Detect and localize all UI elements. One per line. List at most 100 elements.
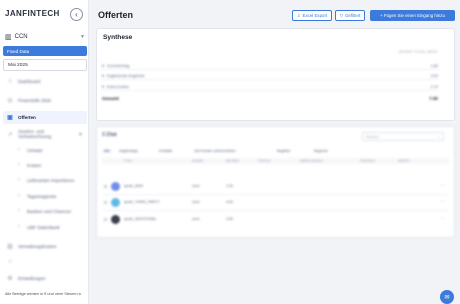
sidebar-item-label: Banken und Chancen — [27, 208, 72, 214]
column-header[interactable]: BETRAG — [226, 159, 239, 163]
document-icon: ▫ — [17, 208, 21, 214]
filter-signed[interactable]: Zeit Kunden unterschrieben — [194, 149, 236, 153]
more-options-icon[interactable]: ··· — [440, 216, 445, 222]
logo-text: JANFINTECH — [5, 9, 60, 18]
sidebar-item-dashboard[interactable]: ⌂ Dashboard — [3, 75, 87, 87]
quotes-table-card: 3 Zitat Suchen... ⌕ Alle Angebotstyp Kon… — [96, 126, 455, 238]
download-icon: ⇩ — [296, 12, 301, 18]
excel-export-label: Excel Export — [302, 13, 328, 18]
excel-export-button[interactable]: ⇩ Excel Export — [292, 10, 332, 21]
page-title: Offerten — [98, 10, 134, 20]
synthese-total-label: Gesamt — [102, 95, 119, 101]
circle-icon: ○ — [8, 259, 12, 265]
column-header[interactable]: TITEL — [124, 159, 133, 163]
search-input[interactable]: Suchen... ⌕ — [362, 132, 444, 141]
row-checkbox[interactable] — [104, 185, 107, 188]
column-header[interactable]: PROZENT — [360, 159, 375, 163]
sidebar-subitem-ubf[interactable]: ▫ UBF Datenbank — [12, 221, 87, 233]
synthese-row-value: 3.00 — [430, 73, 438, 78]
synthese-row[interactable]: ▾ Ergänzende Angebote 3.00 — [102, 72, 438, 80]
sidebar-subitem-banken[interactable]: ▫ Banken und Chancen — [12, 205, 87, 217]
filter-limited[interactable]: Begrenzt — [314, 149, 328, 153]
column-header[interactable]: KUNDE — [192, 159, 203, 163]
synthese-total-row: Gesamt 7.50 — [102, 93, 438, 103]
chevron-down-icon: ▼ — [80, 34, 85, 40]
gear-icon: ⚙ — [7, 275, 13, 282]
synthese-row[interactable]: ▾ Grundvertrag 1.80 — [102, 62, 438, 70]
chevron-down-icon: ▾ — [102, 64, 104, 68]
sidebar-item-label: Tagesrapporte — [27, 193, 57, 199]
sidebar-item-goals[interactable]: ◎ Finanzielle Ziele — [3, 94, 87, 106]
sidebar-item-label: Finanzielle Ziele — [18, 97, 52, 103]
row-client: ccen — [192, 184, 200, 188]
filter-contacts[interactable]: Kontakte — [159, 149, 172, 153]
target-icon: ◎ — [7, 97, 13, 104]
more-options-icon[interactable]: ··· — [440, 183, 445, 189]
filter-type[interactable]: Angebotstyp — [119, 149, 138, 153]
company-selector[interactable]: ▥ CCN ▼ — [5, 32, 85, 42]
chat-icon[interactable]: ✉ — [440, 290, 454, 304]
filter-companion[interactable]: Begleiter — [277, 149, 290, 153]
period-selector[interactable]: Mai 2025 — [3, 59, 87, 71]
synthese-row-value: 1.80 — [430, 63, 438, 68]
row-amount: 2,50 — [226, 217, 233, 221]
sidebar-subitem-kosten[interactable]: ▫ Kosten — [12, 159, 87, 171]
document-icon: ▫ — [17, 162, 21, 168]
synthese-row-label: Grundvertrag — [106, 63, 130, 68]
add-entry-label: + Fügen Sie einen Eingang hinzu — [380, 13, 445, 18]
table-row[interactable]: quote_ADDITIONAL ccen 2,50 ··· — [102, 212, 449, 228]
sidebar-item-label: Einstellungen — [18, 275, 46, 281]
filter-all[interactable]: Alle — [102, 149, 112, 153]
table-row[interactable]: quote_6000 ccen 1,00 ··· — [102, 179, 449, 195]
chevron-down-icon: ▾ — [102, 74, 104, 78]
filter-icon: ▽ — [339, 12, 343, 18]
column-header[interactable]: ABRECHNUNG — [300, 159, 323, 163]
row-checkbox[interactable] — [104, 218, 107, 221]
document-icon: ▫ — [17, 177, 21, 183]
search-icon: ⌕ — [437, 134, 440, 139]
collapse-sidebar-button[interactable]: ‹ — [70, 8, 83, 21]
folder-icon: ▣ — [7, 115, 13, 121]
sidebar-subitem-lieferanten[interactable]: ▫ Lieferanten Importieren — [12, 174, 87, 186]
building-icon: ▥ — [5, 34, 12, 41]
more-options-icon[interactable]: ··· — [440, 199, 445, 205]
synthese-column-header: OFFERT-TOTAL-WERT — [398, 50, 438, 54]
sidebar-item-label: Verwaltungskosten — [18, 243, 57, 249]
row-title: quote_6000 — [124, 184, 143, 188]
synthese-title: Synthese — [103, 34, 133, 41]
company-name: CCN — [14, 34, 28, 40]
synthese-total-value: 7.50 — [429, 95, 438, 101]
app-logo[interactable]: JANFINTECH — [5, 8, 60, 19]
column-header[interactable]: WERTE — [398, 159, 409, 163]
avatar — [111, 182, 120, 191]
sidebar-item-offerten[interactable]: ▣ Offerten — [3, 111, 87, 124]
row-amount: 4,00 — [226, 200, 233, 204]
sidebar-item-pnl[interactable]: ↗ Gewinn- und Verlustrechnung ▲ — [3, 128, 87, 140]
building-icon: ▥ — [7, 243, 13, 250]
sidebar: JANFINTECH ‹ ▥ CCN ▼ Fixed Data Mai 2025… — [0, 0, 89, 304]
sidebar-subitem-tagesrapporte[interactable]: ▫ Tagesrapporte — [12, 190, 87, 202]
sidebar-item-label: Kosten — [27, 162, 42, 168]
sidebar-item-extra[interactable]: ○ — [3, 256, 87, 268]
synthese-row[interactable]: ▾ Extra-Kosten 2.70 — [102, 83, 438, 91]
chevron-up-icon: ▲ — [78, 131, 83, 137]
fixed-data-banner[interactable]: Fixed Data — [3, 46, 87, 56]
home-icon: ⌂ — [8, 78, 12, 84]
table-header: TITEL KUNDE BETRAG STATUS ABRECHNUNG PRO… — [102, 158, 449, 164]
add-entry-button[interactable]: + Fügen Sie einen Eingang hinzu — [370, 10, 455, 21]
document-icon: ▫ — [17, 224, 21, 230]
sidebar-item-label: Dashboard — [18, 78, 41, 84]
filter-button[interactable]: ▽ Gefiltert — [335, 10, 365, 21]
row-checkbox[interactable] — [104, 201, 107, 204]
table-row[interactable]: quote_THIRD_PARTY ccen 4,00 ··· — [102, 195, 449, 211]
sidebar-item-settings[interactable]: ⚙ Einstellungen — [3, 272, 87, 284]
avatar — [111, 198, 120, 207]
synthese-row-label: Extra-Kosten — [106, 84, 129, 89]
column-header[interactable]: STATUS — [258, 159, 270, 163]
sidebar-subitem-umsatz[interactable]: ▫ Umsatz — [12, 144, 87, 156]
row-title: quote_THIRD_PARTY — [124, 200, 160, 204]
row-client: ccen — [192, 200, 200, 204]
sidebar-item-verwaltung[interactable]: ▥ Verwaltungskosten — [3, 240, 87, 252]
main-content: Offerten ⇩ Excel Export ▽ Gefiltert + Fü… — [89, 0, 460, 304]
table-title: 3 Zitat — [102, 132, 117, 138]
